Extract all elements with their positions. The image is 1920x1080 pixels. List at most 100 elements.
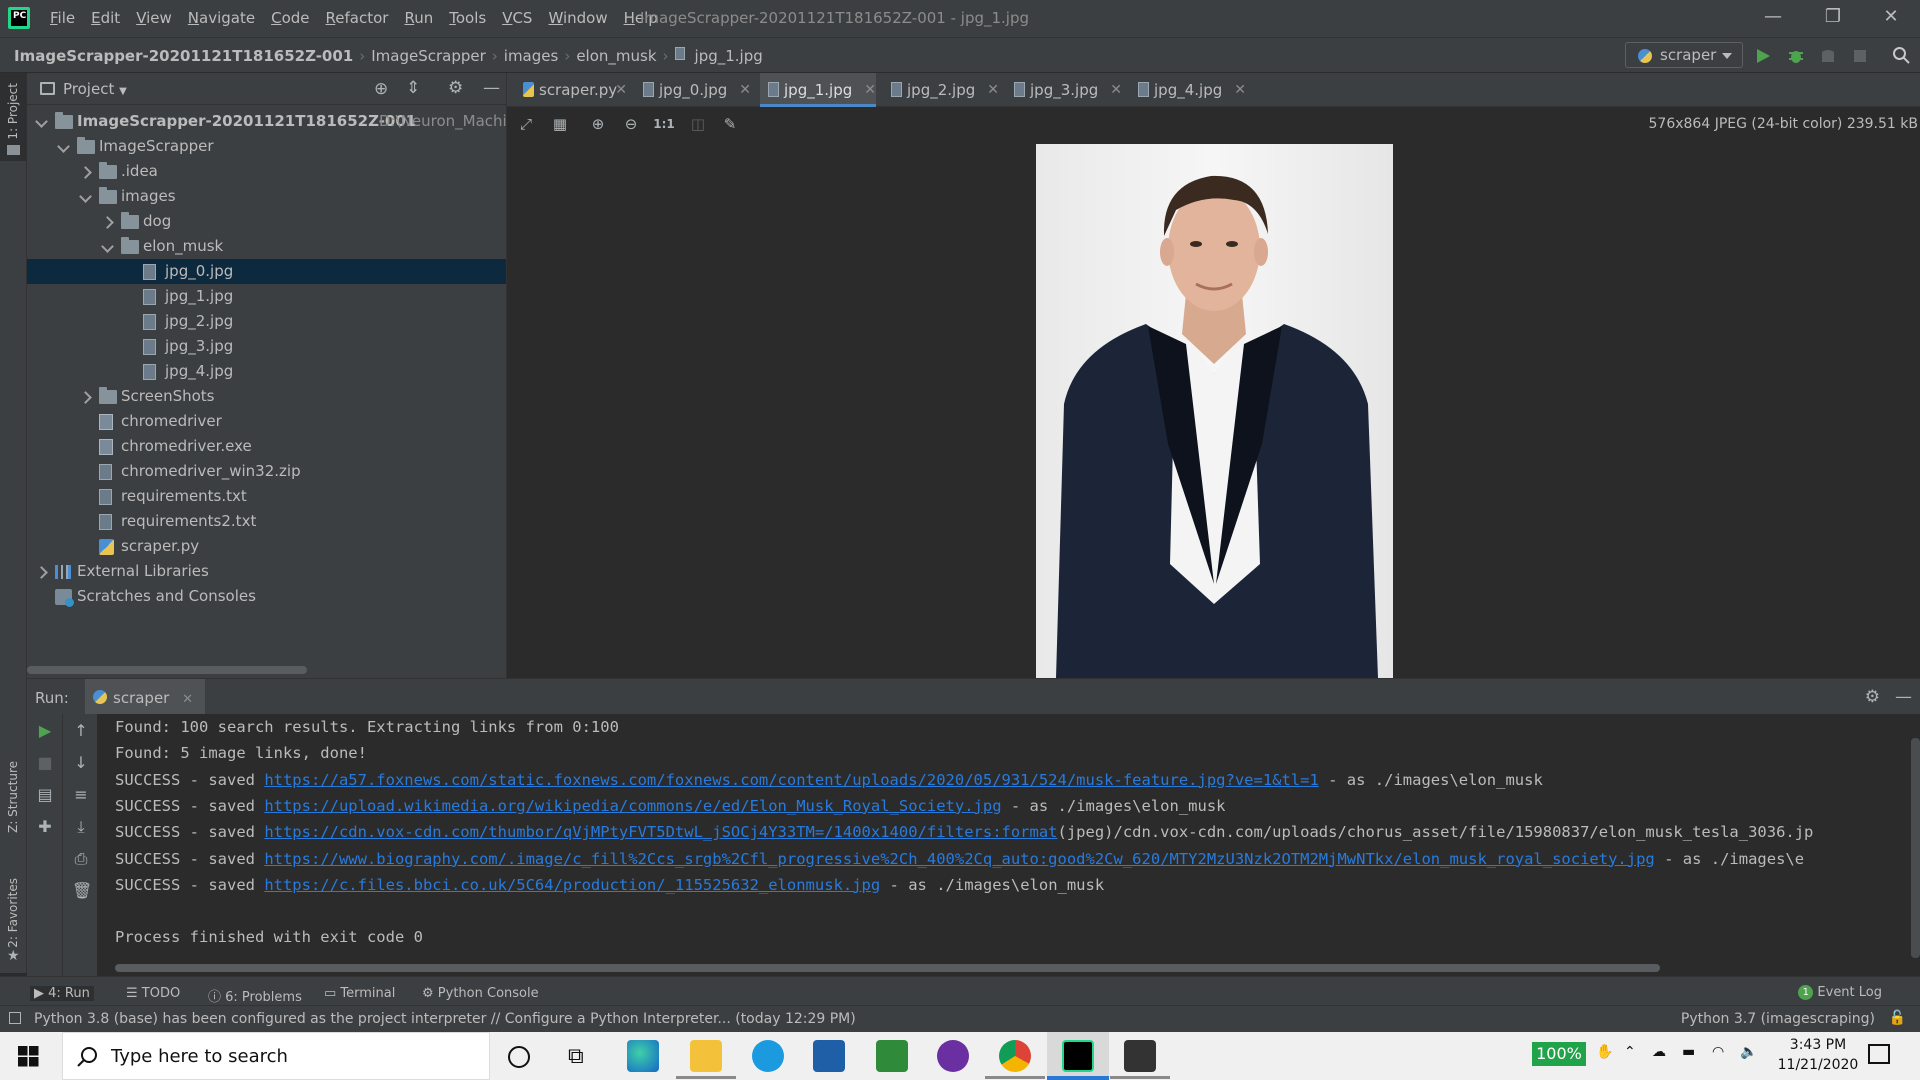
tree-item[interactable]: chromedriver.exe [27,434,506,459]
print-icon[interactable]: ⎙ [72,850,90,868]
skype-app-icon[interactable] [752,1040,784,1072]
menu-item-tools[interactable]: Tools [441,9,494,27]
tree-item[interactable]: jpg_0.jpg [27,259,506,284]
restore-button[interactable]: ❐ [1808,6,1858,30]
chevron-up-icon[interactable]: ⌃ [1624,1044,1636,1060]
virtualbox-app-icon[interactable] [813,1040,845,1072]
breadcrumb-item[interactable]: jpg_1.jpg [695,47,763,65]
tool-windows-icon[interactable] [9,1012,21,1024]
github-app-icon[interactable] [937,1040,969,1072]
chevron-down-icon[interactable] [37,117,47,127]
editor-tab[interactable]: jpg_3.jpg ✕ [1006,73,1122,107]
breadcrumb-item[interactable]: images [504,47,559,65]
tree-item[interactable]: Scratches and Consoles [27,584,506,609]
chevron-down-icon[interactable] [103,242,113,252]
tree-item[interactable]: chromedriver_win32.zip [27,459,506,484]
console-vertical-scrollbar[interactable] [1911,738,1920,958]
gear-icon[interactable]: ⚙ [1865,687,1880,707]
console-link[interactable]: https://c.files.bbci.co.uk/5C64/producti… [264,876,880,894]
taskbar-search-input[interactable]: Type here to search [62,1032,490,1080]
horizontal-scrollbar[interactable] [27,666,307,674]
menu-item-edit[interactable]: Edit [83,9,128,27]
bottom-tab[interactable]: ▭ Terminal [320,986,399,1001]
close-button[interactable]: ✕ [1866,6,1916,30]
structure-tool-label[interactable]: Z: Structure [6,761,20,833]
chevron-down-icon[interactable] [59,142,69,152]
interpreter-status[interactable]: Python 3.7 (imagescraping) [1681,1011,1875,1027]
search-icon[interactable] [1892,46,1910,64]
task-view-icon[interactable]: ⧉ [568,1044,584,1069]
event-log-button[interactable]: 1 Event Log [1798,985,1882,1000]
soft-wrap-icon[interactable]: ≡ [72,786,90,804]
notepad-app-icon[interactable] [876,1040,908,1072]
tree-item[interactable]: requirements2.txt [27,509,506,534]
tree-item[interactable]: requirements.txt [27,484,506,509]
run-tab-scraper[interactable]: scraper ✕ [85,679,206,715]
tree-item[interactable]: jpg_2.jpg [27,309,506,334]
chevron-right-icon[interactable] [103,217,113,227]
menu-item-vcs[interactable]: VCS [494,9,540,27]
close-tab-icon[interactable]: ✕ [739,73,751,107]
editor-tab[interactable]: jpg_0.jpg ✕ [635,73,751,107]
stop-icon[interactable]: ■ [36,754,54,772]
close-tab-icon[interactable]: ✕ [987,73,999,107]
run-icon[interactable] [1754,47,1772,65]
wifi-icon[interactable]: ◠ [1712,1044,1724,1060]
tree-item[interactable]: ScreenShots [27,384,506,409]
gear-icon[interactable]: ⚙ [448,78,463,98]
file-explorer-app-icon[interactable] [690,1040,722,1072]
debug-icon[interactable] [1787,47,1805,65]
tree-item[interactable]: chromedriver [27,409,506,434]
menu-item-run[interactable]: Run [396,9,441,27]
windows-start-icon[interactable] [18,1046,39,1067]
tree-item[interactable]: dog [27,209,506,234]
touch-icon[interactable]: ✋ [1596,1044,1613,1060]
run-configuration-select[interactable]: scraper [1625,42,1743,68]
trash-icon[interactable]: 🗑 [72,882,92,900]
color-picker-icon[interactable]: ✎ [722,116,738,132]
menu-item-refactor[interactable]: Refactor [318,9,397,27]
fit-to-window-icon[interactable]: ⤢ [518,116,534,132]
tree-item[interactable]: jpg_3.jpg [27,334,506,359]
layout-icon[interactable]: ▤ [36,786,54,804]
menu-item-navigate[interactable]: Navigate [180,9,263,27]
hide-panel-icon[interactable]: — [483,78,500,98]
editor-tab[interactable]: jpg_4.jpg ✕ [1130,73,1246,107]
close-tab-icon[interactable]: ✕ [182,692,193,707]
pin-icon[interactable]: ✚ [36,818,54,836]
notifications-icon[interactable] [1868,1044,1890,1064]
run-console[interactable]: Found: 100 search results. Extracting li… [97,714,1920,976]
status-message[interactable]: Python 3.8 (base) has been configured as… [34,1011,856,1027]
favorites-tool-label[interactable]: 2: Favorites [6,878,20,948]
tree-item[interactable]: ImageScrapper-20201121T181652Z-001 D:\Neu… [27,109,525,134]
breadcrumb-item[interactable]: ImageScrapper [371,47,486,65]
pycharm-app-icon[interactable] [1062,1040,1094,1072]
hide-panel-icon[interactable]: — [1895,687,1912,707]
zoom-out-icon[interactable]: ⊖ [623,116,639,132]
lock-icon[interactable]: 🔓 [1889,1010,1906,1026]
bottom-tab[interactable]: ▶ 4: Run [30,986,94,1001]
grid-icon[interactable]: ▦ [552,116,568,132]
editor-tab[interactable]: scraper.py ✕ [515,73,627,107]
close-tab-icon[interactable]: ✕ [1234,73,1246,107]
chessboard-icon[interactable]: ◫ [690,116,706,132]
tree-item[interactable]: .idea [27,159,506,184]
close-tab-icon[interactable]: ✕ [615,73,627,107]
up-arrow-icon[interactable]: ↑ [72,722,90,740]
stop-icon[interactable] [1851,47,1869,65]
battery-badge[interactable]: 100% [1532,1042,1586,1066]
battery-icon[interactable]: ▬ [1682,1044,1695,1060]
menu-item-code[interactable]: Code [263,9,317,27]
tree-item[interactable]: jpg_4.jpg [27,359,506,384]
tree-item[interactable]: ImageScrapper [27,134,506,159]
bottom-tab[interactable]: ⚙ Python Console [418,986,543,1001]
tree-item[interactable]: elon_musk [27,234,506,259]
tree-item[interactable]: scraper.py [27,534,506,559]
console-link[interactable]: https://www.biography.com/.image/c_fill%… [264,850,1654,868]
cortana-icon[interactable] [508,1046,530,1068]
close-tab-icon[interactable]: ✕ [1110,73,1122,107]
console-link[interactable]: https://a57.foxnews.com/static.foxnews.c… [264,771,1319,789]
console-link[interactable]: https://upload.wikimedia.org/wikipedia/c… [264,797,1001,815]
project-tool-button[interactable]: 1: Project [0,73,27,161]
locate-icon[interactable]: ⊕ [374,79,388,99]
